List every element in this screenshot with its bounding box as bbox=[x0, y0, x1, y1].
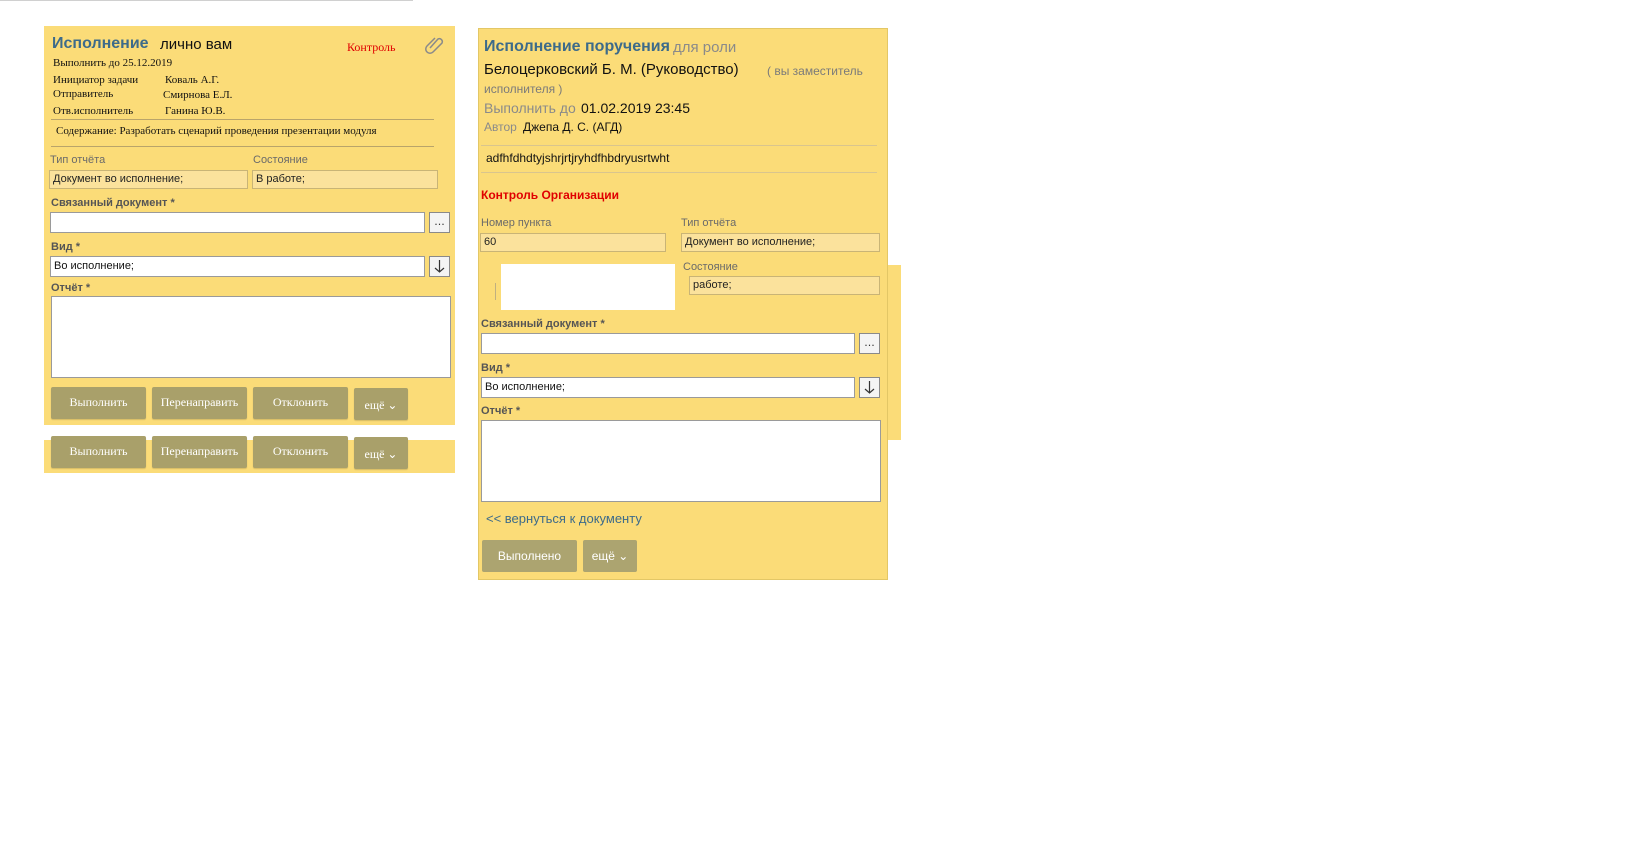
right-due-label: Выполнить до bbox=[484, 100, 576, 116]
left-reject-button-dup[interactable]: Отклонить bbox=[253, 436, 348, 468]
left-reject-button[interactable]: Отклонить bbox=[253, 387, 348, 419]
sender-value: Смирнова Е.Л. bbox=[163, 89, 233, 101]
executor-value: Ганина Ю.В. bbox=[165, 105, 226, 117]
sender-label: Отправитель bbox=[53, 88, 114, 100]
right-due-value: 01.02.2019 23:45 bbox=[581, 100, 690, 116]
right-divider-2 bbox=[481, 172, 877, 173]
right-browse-button[interactable]: ... bbox=[859, 333, 880, 354]
left-content: Содержание: Разработать сценарий проведе… bbox=[56, 125, 377, 137]
left-execute-button-dup[interactable]: Выполнить bbox=[51, 436, 146, 468]
left-state-field: В работе; bbox=[252, 170, 438, 189]
author-label: Автор bbox=[484, 120, 517, 134]
left-report-type-label: Тип отчёта bbox=[50, 154, 106, 166]
arrow-down-icon bbox=[434, 260, 445, 273]
item-number-label: Номер пункта bbox=[481, 217, 552, 229]
right-kind-select[interactable]: Во исполнение; bbox=[481, 377, 855, 398]
left-kind-dropdown-button[interactable] bbox=[429, 256, 450, 277]
right-kind-dropdown-button[interactable] bbox=[859, 377, 880, 398]
control-label[interactable]: Контроль bbox=[347, 40, 396, 55]
left-more-button-dup[interactable]: ещё ⌄ bbox=[354, 437, 408, 469]
author-value: Джепа Д. С. (АГД) bbox=[523, 120, 623, 134]
left-state-label: Состояние bbox=[253, 154, 308, 166]
paperclip-icon[interactable] bbox=[424, 34, 444, 54]
role-name: Белоцерковский Б. М. (Руководство) bbox=[484, 61, 739, 78]
left-report-textarea[interactable] bbox=[51, 296, 451, 378]
left-kind-label: Вид * bbox=[51, 241, 81, 253]
right-kind-label: Вид * bbox=[481, 362, 511, 374]
left-card-top-line bbox=[0, 0, 413, 1]
left-report-label: Отчёт * bbox=[51, 282, 91, 294]
initiator-value: Коваль А.Г. bbox=[165, 74, 220, 86]
right-card-title: Исполнение поручения bbox=[484, 38, 670, 55]
left-report-type-field: Документ во исполнение; bbox=[49, 170, 248, 189]
right-linked-doc-input[interactable] bbox=[481, 333, 855, 354]
role-prefix: для роли bbox=[673, 39, 737, 56]
left-kind-select[interactable]: Во исполнение; bbox=[50, 256, 425, 277]
white-overlay-block bbox=[501, 264, 675, 310]
left-browse-button[interactable]: ... bbox=[429, 212, 450, 233]
right-divider-1 bbox=[481, 145, 877, 146]
arrow-down-icon bbox=[864, 381, 875, 394]
left-card-subtitle: лично вам bbox=[160, 36, 233, 53]
right-state-field: работе; bbox=[689, 276, 880, 295]
initiator-label: Инициатор задачи bbox=[53, 74, 139, 86]
right-task-text: adfhfdhdtyjshrjrtjryhdfhbdryusrtwht bbox=[486, 151, 670, 165]
item-number-field: 60 bbox=[480, 233, 666, 252]
left-execute-button[interactable]: Выполнить bbox=[51, 387, 146, 419]
right-linked-doc-label: Связанный документ * bbox=[481, 318, 605, 330]
done-button[interactable]: Выполнено bbox=[482, 540, 577, 572]
left-divider-1 bbox=[51, 119, 434, 120]
right-report-type-label: Тип отчёта bbox=[681, 217, 737, 229]
left-linked-doc-label: Связанный документ * bbox=[51, 197, 175, 209]
right-report-textarea[interactable] bbox=[481, 420, 881, 502]
right-report-label: Отчёт * bbox=[481, 405, 521, 417]
left-more-button[interactable]: ещё ⌄ bbox=[354, 388, 408, 420]
right-more-button[interactable]: ещё ⌄ bbox=[583, 540, 637, 572]
left-linked-doc-input[interactable] bbox=[50, 212, 425, 233]
back-to-document-link[interactable]: << вернуться к документу bbox=[486, 511, 642, 526]
role-note: ( вы заместитель bbox=[767, 64, 863, 78]
right-report-type-field: Документ во исполнение; bbox=[681, 233, 880, 252]
right-state-label: Состояние bbox=[683, 261, 738, 273]
left-divider-2 bbox=[51, 146, 434, 147]
left-card-title: Исполнение bbox=[52, 35, 149, 52]
control-organization-label[interactable]: Контроль Организации bbox=[481, 188, 619, 202]
left-redirect-button[interactable]: Перенаправить bbox=[152, 387, 247, 419]
executor-label: Отв.исполнитель bbox=[53, 105, 134, 117]
small-divider-mark bbox=[495, 283, 496, 300]
left-due-date: Выполнить до 25.12.2019 bbox=[53, 57, 173, 69]
role-note-cont: исполнителя ) bbox=[484, 82, 563, 96]
left-redirect-button-dup[interactable]: Перенаправить bbox=[152, 436, 247, 468]
